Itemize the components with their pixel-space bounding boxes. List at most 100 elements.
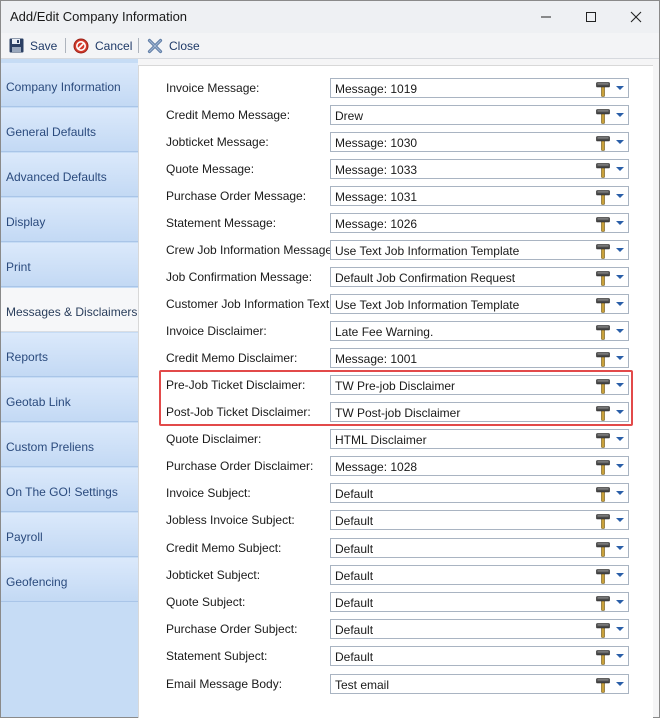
sidebar-item-reports[interactable]: Reports bbox=[1, 333, 138, 377]
cancel-button[interactable]: Cancel bbox=[73, 36, 132, 55]
sidebar-item-geotab-link[interactable]: Geotab Link bbox=[1, 378, 138, 422]
form-row-label: Invoice Subject: bbox=[166, 486, 251, 500]
invoice-disclaimer-select[interactable]: Late Fee Warning. bbox=[330, 321, 629, 341]
chevron-down-icon[interactable] bbox=[616, 491, 624, 495]
hammer-tool-icon[interactable] bbox=[595, 622, 611, 638]
credit-memo-subject-select[interactable]: Default bbox=[330, 538, 629, 558]
sidebar-item-on-the-go-settings[interactable]: On The GO! Settings bbox=[1, 468, 138, 512]
hammer-tool-icon[interactable] bbox=[595, 432, 611, 448]
chevron-down-icon[interactable] bbox=[616, 654, 624, 658]
close-button[interactable]: Close bbox=[147, 36, 200, 55]
hammer-tool-icon[interactable] bbox=[595, 513, 611, 529]
chevron-down-icon[interactable] bbox=[616, 221, 624, 225]
chevron-down-icon[interactable] bbox=[616, 329, 624, 333]
sidebar-item-company-information[interactable]: Company Information bbox=[1, 63, 138, 107]
quote-disclaimer-select[interactable]: HTML Disclaimer bbox=[330, 429, 629, 449]
hammer-tool-icon[interactable] bbox=[595, 649, 611, 665]
chevron-down-icon[interactable] bbox=[616, 275, 624, 279]
hammer-tool-icon[interactable] bbox=[595, 459, 611, 475]
sidebar-item-print[interactable]: Print bbox=[1, 243, 138, 287]
chevron-down-icon[interactable] bbox=[616, 627, 624, 631]
hammer-tool-icon[interactable] bbox=[595, 324, 611, 340]
hammer-tool-icon[interactable] bbox=[595, 162, 611, 178]
hammer-tool-icon[interactable] bbox=[595, 297, 611, 313]
jobticket-message-select[interactable]: Message: 1030 bbox=[330, 132, 629, 152]
form-row-label: Job Confirmation Message: bbox=[166, 270, 313, 284]
chevron-down-icon[interactable] bbox=[616, 573, 624, 577]
form-row-label: Credit Memo Disclaimer: bbox=[166, 351, 298, 365]
sidebar-item-advanced-defaults[interactable]: Advanced Defaults bbox=[1, 153, 138, 197]
field-value: Default bbox=[335, 542, 374, 556]
company-info-window: Add/Edit Company Information Save Cancel… bbox=[0, 0, 660, 718]
hammer-tool-icon[interactable] bbox=[595, 189, 611, 205]
chevron-down-icon[interactable] bbox=[616, 194, 624, 198]
invoice-message-select[interactable]: Message: 1019 bbox=[330, 78, 629, 98]
sidebar-item-display[interactable]: Display bbox=[1, 198, 138, 242]
sidebar-item-geofencing[interactable]: Geofencing bbox=[1, 558, 138, 602]
email-message-body-select[interactable]: Test email bbox=[330, 674, 629, 694]
sidebar-item-general-defaults[interactable]: General Defaults bbox=[1, 108, 138, 152]
invoice-subject-select[interactable]: Default bbox=[330, 483, 629, 503]
form-row-label: Credit Memo Subject: bbox=[166, 541, 282, 555]
minimize-button[interactable] bbox=[523, 1, 569, 33]
save-label: Save bbox=[30, 38, 58, 53]
purchase-order-message-select[interactable]: Message: 1031 bbox=[330, 186, 629, 206]
hammer-tool-icon[interactable] bbox=[595, 486, 611, 502]
sidebar-item-messages-disclaimers[interactable]: Messages & Disclaimers bbox=[1, 288, 138, 332]
jobless-invoice-subject-select[interactable]: Default bbox=[330, 510, 629, 530]
field-value: Default bbox=[335, 650, 374, 664]
statement-subject-select[interactable]: Default bbox=[330, 646, 629, 666]
chevron-down-icon[interactable] bbox=[616, 86, 624, 90]
chevron-down-icon[interactable] bbox=[616, 248, 624, 252]
hammer-tool-icon[interactable] bbox=[595, 81, 611, 97]
field-value: Use Text Job Information Template bbox=[335, 298, 520, 312]
crew-job-information-message-select[interactable]: Use Text Job Information Template bbox=[330, 240, 629, 260]
credit-memo-message-select[interactable]: Drew bbox=[330, 105, 629, 125]
hammer-tool-icon[interactable] bbox=[595, 677, 611, 693]
statement-message-select[interactable]: Message: 1026 bbox=[330, 213, 629, 233]
maximize-button[interactable] bbox=[568, 1, 614, 33]
hammer-tool-icon[interactable] bbox=[595, 216, 611, 232]
sidebar-item-label: Reports bbox=[6, 350, 49, 364]
save-button[interactable]: Save bbox=[8, 36, 57, 55]
field-value: Message: 1028 bbox=[335, 460, 418, 474]
window-close-button[interactable] bbox=[613, 1, 659, 33]
chevron-down-icon[interactable] bbox=[616, 302, 624, 306]
close-x-icon bbox=[147, 38, 163, 54]
quote-subject-select[interactable]: Default bbox=[330, 592, 629, 612]
hammer-tool-icon[interactable] bbox=[595, 595, 611, 611]
hammer-tool-icon[interactable] bbox=[595, 568, 611, 584]
credit-memo-disclaimer-select[interactable]: Message: 1001 bbox=[330, 348, 629, 368]
sidebar-item-label: On The GO! Settings bbox=[6, 485, 118, 499]
customer-job-information-text-select[interactable]: Use Text Job Information Template bbox=[330, 294, 629, 314]
chevron-down-icon[interactable] bbox=[616, 113, 624, 117]
purchase-order-subject-select[interactable]: Default bbox=[330, 619, 629, 639]
chevron-down-icon[interactable] bbox=[616, 600, 624, 604]
sidebar-item-custom-preliens[interactable]: Custom Preliens bbox=[1, 423, 138, 467]
hammer-tool-icon[interactable] bbox=[595, 541, 611, 557]
chevron-down-icon[interactable] bbox=[616, 682, 624, 686]
form-row-label: Quote Message: bbox=[166, 162, 255, 176]
close-label: Close bbox=[169, 38, 200, 53]
highlight-box bbox=[159, 370, 633, 426]
job-confirmation-message-select[interactable]: Default Job Confirmation Request bbox=[330, 267, 629, 287]
quote-message-select[interactable]: Message: 1033 bbox=[330, 159, 629, 179]
hammer-tool-icon[interactable] bbox=[595, 270, 611, 286]
chevron-down-icon[interactable] bbox=[616, 518, 624, 522]
chevron-down-icon[interactable] bbox=[616, 167, 624, 171]
chevron-down-icon[interactable] bbox=[616, 356, 624, 360]
chevron-down-icon[interactable] bbox=[616, 546, 624, 550]
purchase-order-disclaimer-select[interactable]: Message: 1028 bbox=[330, 456, 629, 476]
chevron-down-icon[interactable] bbox=[616, 437, 624, 441]
hammer-tool-icon[interactable] bbox=[595, 243, 611, 259]
sidebar-item-payroll[interactable]: Payroll bbox=[1, 513, 138, 557]
form-row-label: Invoice Message: bbox=[166, 81, 260, 95]
hammer-tool-icon[interactable] bbox=[595, 135, 611, 151]
hammer-tool-icon[interactable] bbox=[595, 351, 611, 367]
field-value: Message: 1019 bbox=[335, 82, 418, 96]
chevron-down-icon[interactable] bbox=[616, 464, 624, 468]
sidebar-item-label: Geotab Link bbox=[6, 395, 71, 409]
chevron-down-icon[interactable] bbox=[616, 140, 624, 144]
hammer-tool-icon[interactable] bbox=[595, 108, 611, 124]
jobticket-subject-select[interactable]: Default bbox=[330, 565, 629, 585]
